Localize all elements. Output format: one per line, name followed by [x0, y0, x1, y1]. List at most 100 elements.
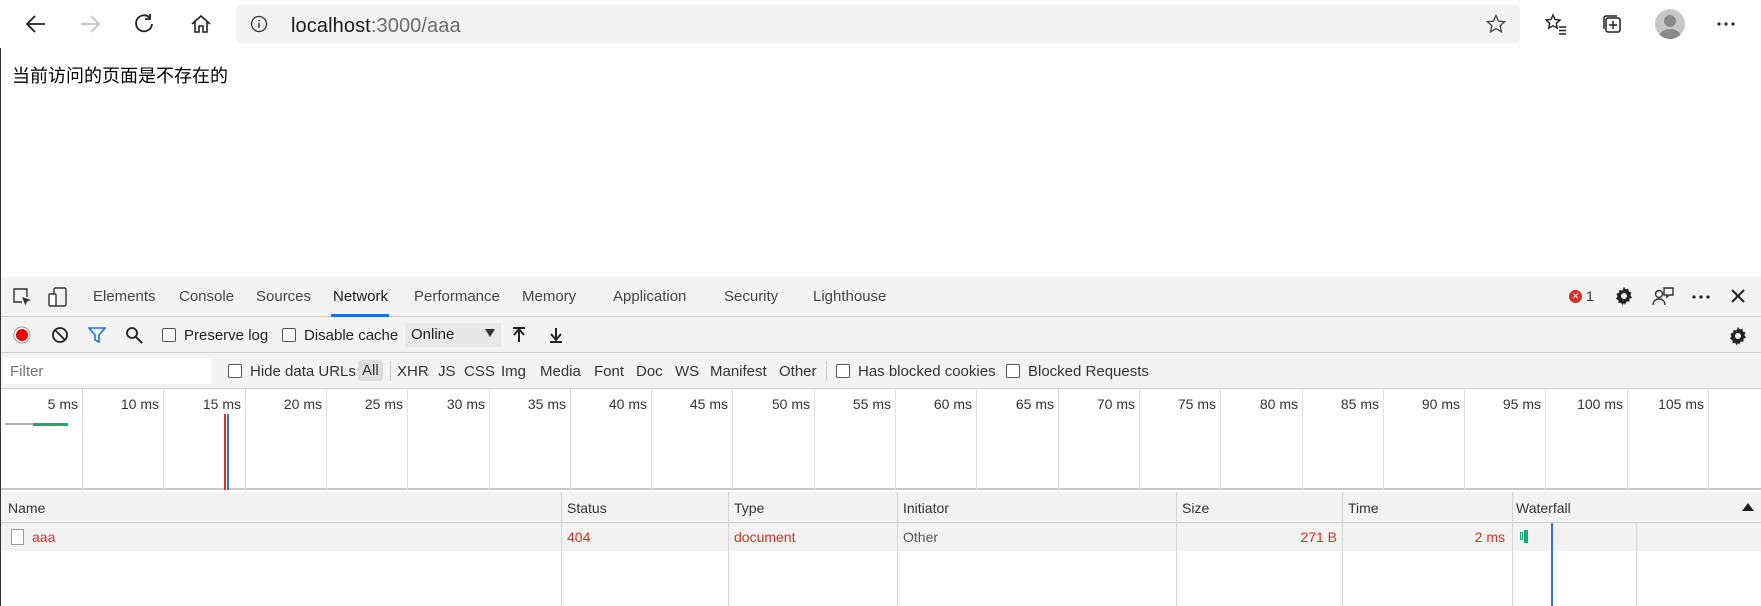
filter-icon[interactable] [88, 326, 106, 344]
timeline-tick-label: 35 ms [527, 396, 566, 412]
tab-console[interactable]: Console [179, 288, 234, 305]
blocked-requests-label: Blocked Requests [1028, 363, 1149, 380]
address-bar[interactable]: localhost:3000/aaa [236, 5, 1520, 43]
network-settings-gear-icon[interactable] [1728, 326, 1748, 346]
column-divider [1342, 492, 1343, 523]
error-counter[interactable]: ✕ 1 [1569, 288, 1594, 304]
timeline-gridline [976, 389, 977, 490]
type-filter-font[interactable]: Font [594, 363, 624, 380]
type-filter-ws[interactable]: WS [675, 363, 699, 380]
waterfall-dom-content-loaded-marker [1551, 523, 1553, 606]
disable-cache-checkbox[interactable] [282, 328, 296, 342]
close-devtools-icon[interactable] [1728, 286, 1748, 306]
clear-icon[interactable] [51, 326, 69, 344]
refresh-icon[interactable] [126, 6, 162, 42]
column-divider [897, 523, 898, 606]
request-initiator: Other [903, 529, 939, 545]
tab-application[interactable]: Application [613, 288, 686, 305]
tab-lighthouse[interactable]: Lighthouse [813, 288, 886, 305]
type-filter-js[interactable]: JS [438, 363, 456, 380]
type-filter-xhr[interactable]: XHR [397, 363, 429, 380]
network-toolbar: Preserve log Disable cache Online [1, 317, 1761, 353]
type-filter-doc[interactable]: Doc [636, 363, 663, 380]
column-header-size[interactable]: Size [1182, 500, 1209, 516]
type-filter-manifest[interactable]: Manifest [710, 363, 767, 380]
error-icon: ✕ [1569, 289, 1582, 303]
import-har-icon[interactable] [510, 326, 528, 344]
url-text[interactable]: localhost:3000/aaa [291, 15, 461, 38]
tab-network[interactable]: Network [333, 288, 388, 305]
device-toolbar-icon[interactable] [47, 286, 69, 308]
tab-security[interactable]: Security [724, 288, 778, 305]
type-filter-media[interactable]: Media [540, 363, 581, 380]
column-header-waterfall[interactable]: Waterfall [1516, 500, 1571, 516]
back-icon[interactable] [18, 6, 54, 42]
star-icon[interactable] [1486, 14, 1506, 34]
column-divider [897, 492, 898, 523]
export-har-icon[interactable] [547, 326, 565, 344]
hide-data-urls-checkbox[interactable] [228, 364, 242, 378]
column-divider [1342, 523, 1343, 606]
timeline-waiting-bar [5, 423, 33, 425]
divider [826, 361, 827, 381]
forward-icon[interactable] [72, 6, 108, 42]
home-icon[interactable] [183, 6, 219, 42]
page-message: 当前访问的页面是不存在的 [12, 66, 228, 86]
timeline-gridline [1220, 389, 1221, 490]
has-blocked-cookies-checkbox[interactable] [836, 364, 850, 378]
type-filter-other[interactable]: Other [779, 363, 817, 380]
column-divider [1176, 492, 1177, 523]
timeline-gridline [1383, 389, 1384, 490]
timeline-gridline [1139, 389, 1140, 490]
timeline-gridline [1627, 389, 1628, 490]
timeline-gridline [1058, 389, 1059, 490]
profile-icon[interactable] [1655, 9, 1685, 39]
feedback-icon[interactable] [1652, 286, 1674, 308]
favorites-icon[interactable] [1538, 6, 1574, 42]
tab-performance[interactable]: Performance [414, 288, 500, 305]
request-name[interactable]: aaa [32, 529, 55, 545]
column-divider [728, 492, 729, 523]
preserve-log-checkbox[interactable] [162, 328, 176, 342]
table-row[interactable]: aaa 404 document Other 271 B 2 ms [1, 523, 1761, 551]
timeline-gridline [245, 389, 246, 490]
timeline-tick-label: 15 ms [202, 396, 241, 412]
throttle-select[interactable]: Online [405, 323, 501, 347]
timeline-tick-label: 75 ms [1177, 396, 1216, 412]
timeline-gridline [82, 389, 83, 490]
timeline-tick-label: 70 ms [1096, 396, 1135, 412]
document-file-icon [11, 529, 24, 545]
more-icon[interactable] [1708, 6, 1744, 42]
column-header-name[interactable]: Name [8, 500, 45, 516]
timeline-tick-label: 90 ms [1421, 396, 1460, 412]
column-header-status[interactable]: Status [567, 500, 607, 516]
info-icon[interactable] [250, 15, 268, 33]
settings-gear-icon[interactable] [1614, 286, 1634, 306]
collections-icon[interactable] [1594, 6, 1630, 42]
timeline-gridline [1464, 389, 1465, 490]
load-event-marker [224, 414, 226, 490]
tab-elements[interactable]: Elements [93, 288, 156, 305]
timeline-overview[interactable]: 5 ms 10 ms 15 ms 20 ms 25 ms 30 ms 35 ms 40 ms 4… [1, 389, 1761, 490]
type-filter-css[interactable]: CSS [464, 363, 495, 380]
url-host: localhost [291, 15, 371, 37]
inspect-element-icon[interactable] [11, 286, 33, 308]
column-divider [728, 523, 729, 606]
tab-memory[interactable]: Memory [522, 288, 576, 305]
sort-ascending-icon[interactable] [1742, 503, 1754, 511]
timeline-tick-label: 50 ms [771, 396, 810, 412]
search-icon[interactable] [125, 326, 143, 344]
column-header-initiator[interactable]: Initiator [903, 500, 949, 516]
throttle-value: Online [411, 326, 455, 343]
type-filter-all[interactable]: All [358, 360, 383, 381]
type-filter-img[interactable]: Img [501, 363, 526, 380]
column-header-time[interactable]: Time [1348, 500, 1379, 516]
record-icon[interactable] [13, 326, 31, 344]
blocked-requests-checkbox[interactable] [1006, 364, 1020, 378]
column-header-type[interactable]: Type [734, 500, 764, 516]
filter-input[interactable] [3, 358, 211, 384]
has-blocked-cookies-label: Has blocked cookies [858, 363, 996, 380]
tab-sources[interactable]: Sources [256, 288, 311, 305]
timeline-tick-label: 10 ms [120, 396, 159, 412]
more-options-icon[interactable] [1690, 286, 1712, 308]
